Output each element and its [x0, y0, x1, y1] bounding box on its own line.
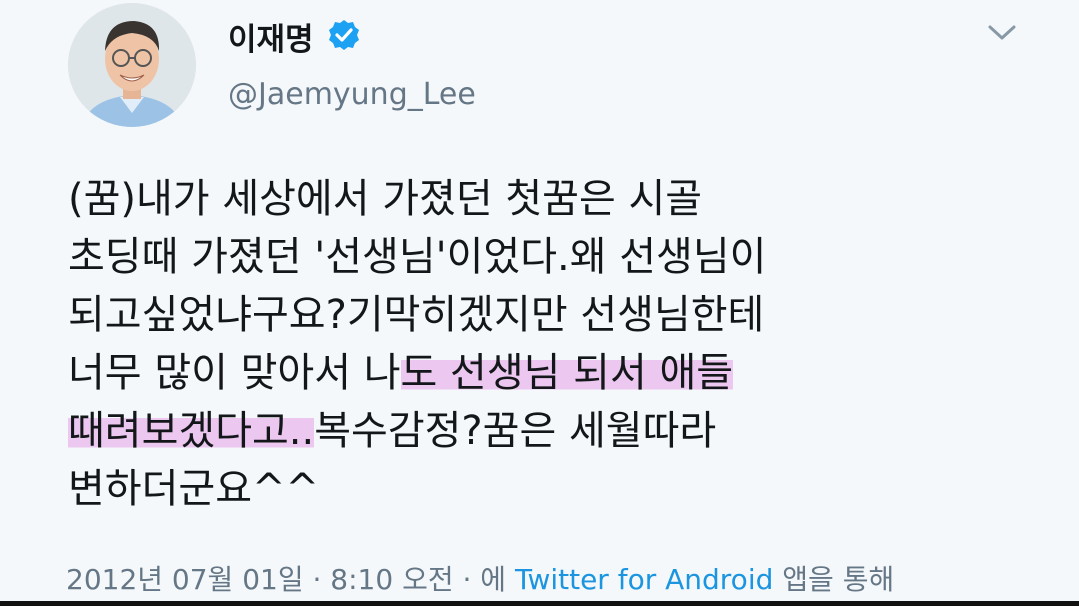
avatar[interactable]: [68, 3, 196, 127]
tweet-line: 너무 많이 맞아서 나도 선생님 되서 애들: [68, 344, 1058, 402]
tweet-text-segment: 복수감정?꿈은 세월따라: [314, 408, 717, 454]
tweet-line: 변하더군요^^: [68, 460, 1058, 518]
user-handle[interactable]: @Jaemyung_Lee: [228, 77, 476, 112]
tweet-text: (꿈)내가 세상에서 가졌던 첫꿈은 시골초딩때 가졌던 '선생님'이었다.왜 …: [68, 170, 1058, 518]
tweet-line: (꿈)내가 세상에서 가졌던 첫꿈은 시골: [68, 170, 1058, 228]
tweet-line: 초딩때 가졌던 '선생님'이었다.왜 선생님이: [68, 228, 1058, 286]
tweet-text-segment: 되고싶었냐구요?기막히겠지만 선생님한테: [68, 292, 765, 338]
tweet-card: 이재명 @Jaemyung_Lee (꿈)내가 세상에서 가졌던 첫꿈은 시골초…: [0, 0, 1079, 606]
tweet-text-segment: 초딩때 가졌던 '선생님'이었다.왜 선생님이: [68, 234, 767, 280]
source-suffix: 앱을 통해: [773, 563, 895, 596]
highlighted-text: 때려보겠다고..: [68, 408, 315, 454]
tweet-meta: 2012년 07월 01일 · 8:10 오전 · 에 Twitter for …: [66, 558, 894, 598]
highlighted-text: 도 선생님 되서 애들: [400, 350, 734, 396]
tweet-text-segment: (꿈)내가 세상에서 가졌던 첫꿈은 시골: [68, 176, 703, 222]
tweet-text-segment: 변하더군요^^: [68, 466, 320, 512]
tweet-text-segment: 너무 많이 맞아서 나: [68, 350, 401, 396]
chevron-down-icon[interactable]: [985, 20, 1019, 46]
tweet-line: 되고싶었냐구요?기막히겠지만 선생님한테: [68, 286, 1058, 344]
tweet-line: 때려보겠다고..복수감정?꿈은 세월따라: [68, 402, 1058, 460]
tweet-timestamp[interactable]: 2012년 07월 01일 · 8:10 오전 · 에: [66, 563, 515, 596]
source-app-link[interactable]: Twitter for Android: [515, 563, 773, 596]
verified-badge-icon: [327, 18, 361, 52]
avatar-image: [68, 3, 196, 127]
display-name[interactable]: 이재명: [228, 14, 314, 59]
screen-bottom-edge: [0, 601, 1079, 606]
